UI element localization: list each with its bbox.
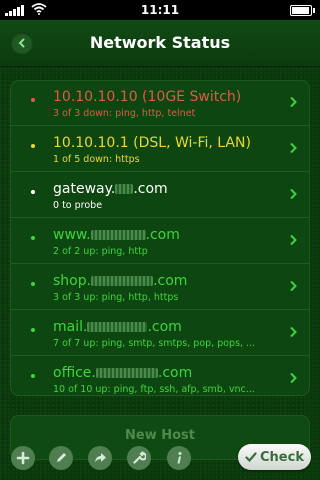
host-name: office. .com	[53, 365, 192, 381]
status-dot	[31, 236, 35, 240]
chevron-right-icon	[290, 326, 297, 338]
host-status: 3 of 3 up: ping, http, https	[53, 292, 179, 303]
host-name: 10.10.10.1 (DSL, Wi-Fi, LAN)	[53, 135, 251, 151]
battery-icon	[290, 5, 315, 16]
status-dot	[31, 328, 35, 332]
host-row[interactable]: 10.10.10.1 (DSL, Wi-Fi, LAN) 1 of 5 down…	[10, 125, 310, 171]
redacted-text	[91, 276, 154, 286]
host-name-suffix: .com	[147, 319, 182, 335]
host-name: 10.10.10.10 (10GE Switch)	[53, 89, 242, 105]
add-button[interactable]	[11, 446, 35, 470]
back-button[interactable]	[11, 32, 33, 54]
pencil-icon	[57, 453, 66, 462]
page-title: Network Status	[89, 33, 231, 52]
edit-button[interactable]	[49, 446, 73, 470]
check-button-label: Check	[260, 449, 304, 465]
host-row[interactable]: 10.10.10.10 (10GE Switch) 3 of 3 down: p…	[10, 80, 310, 125]
chevron-right-icon	[290, 96, 297, 108]
host-status: 1 of 5 down: https	[53, 154, 140, 165]
redacted-text	[87, 322, 148, 332]
chevron-left-icon	[18, 38, 25, 48]
host-list: 10.10.10.10 (10GE Switch) 3 of 3 down: p…	[10, 80, 310, 396]
settings-button[interactable]	[127, 446, 151, 470]
host-status: 2 of 2 up: ping, http	[53, 246, 148, 257]
navigation-bar: Network Status	[0, 20, 320, 67]
status-dot	[31, 282, 35, 286]
plus-icon	[16, 451, 30, 465]
info-button[interactable]	[167, 446, 191, 470]
host-name-prefix: www.	[53, 227, 91, 243]
info-icon	[177, 452, 182, 464]
host-name-suffix: .com	[153, 273, 188, 289]
chevron-right-icon	[290, 142, 297, 154]
host-row[interactable]: shop. .com 3 of 3 up: ping, http, https	[10, 263, 310, 309]
redacted-text	[90, 230, 146, 240]
host-status: 10 of 10 up: ping, ftp, ssh, afp, smb, v…	[53, 384, 255, 395]
check-button[interactable]: Check	[238, 444, 311, 470]
host-name: shop. .com	[53, 273, 187, 289]
status-dot	[31, 98, 35, 102]
host-status: 3 of 3 down: ping, http, telnet	[53, 108, 196, 119]
host-status: 7 of 7 up: ping, smtp, smtps, pop, pops,…	[53, 338, 256, 349]
host-name: mail. .com	[53, 319, 182, 335]
redacted-text	[95, 368, 158, 378]
host-row[interactable]: www. .com 2 of 2 up: ping, http	[10, 217, 310, 263]
host-name-prefix: office.	[53, 365, 96, 381]
chevron-right-icon	[290, 188, 297, 200]
redacted-text	[115, 184, 134, 194]
chevron-right-icon	[290, 372, 297, 384]
host-row[interactable]: office. .com 10 of 10 up: ping, ftp, ssh,…	[10, 355, 310, 401]
share-arrow-icon	[95, 453, 106, 462]
host-name-suffix: .com	[133, 181, 168, 197]
status-bar: 11:11	[0, 0, 320, 20]
status-dot	[31, 144, 35, 148]
chevron-right-icon	[290, 280, 297, 292]
wrench-icon	[133, 451, 146, 464]
status-dot	[31, 374, 35, 378]
host-name-prefix: gateway.	[53, 181, 116, 197]
host-name: gateway. .com	[53, 181, 168, 197]
status-time: 11:11	[140, 3, 180, 17]
host-name: www. .com	[53, 227, 180, 243]
chevron-right-icon	[290, 234, 297, 246]
host-name-prefix: mail.	[53, 319, 88, 335]
host-name-prefix: shop.	[53, 273, 92, 289]
status-dot	[31, 190, 35, 194]
host-status: 0 to probe	[53, 200, 103, 211]
host-name-suffix: .com	[145, 227, 180, 243]
host-row[interactable]: mail. .com 7 of 7 up: ping, smtp, smtps, …	[10, 309, 310, 355]
share-button[interactable]	[88, 446, 112, 470]
host-row[interactable]: gateway. .com 0 to probe	[10, 171, 310, 217]
checkmark-icon	[245, 452, 257, 463]
host-name-suffix: .com	[157, 365, 193, 381]
